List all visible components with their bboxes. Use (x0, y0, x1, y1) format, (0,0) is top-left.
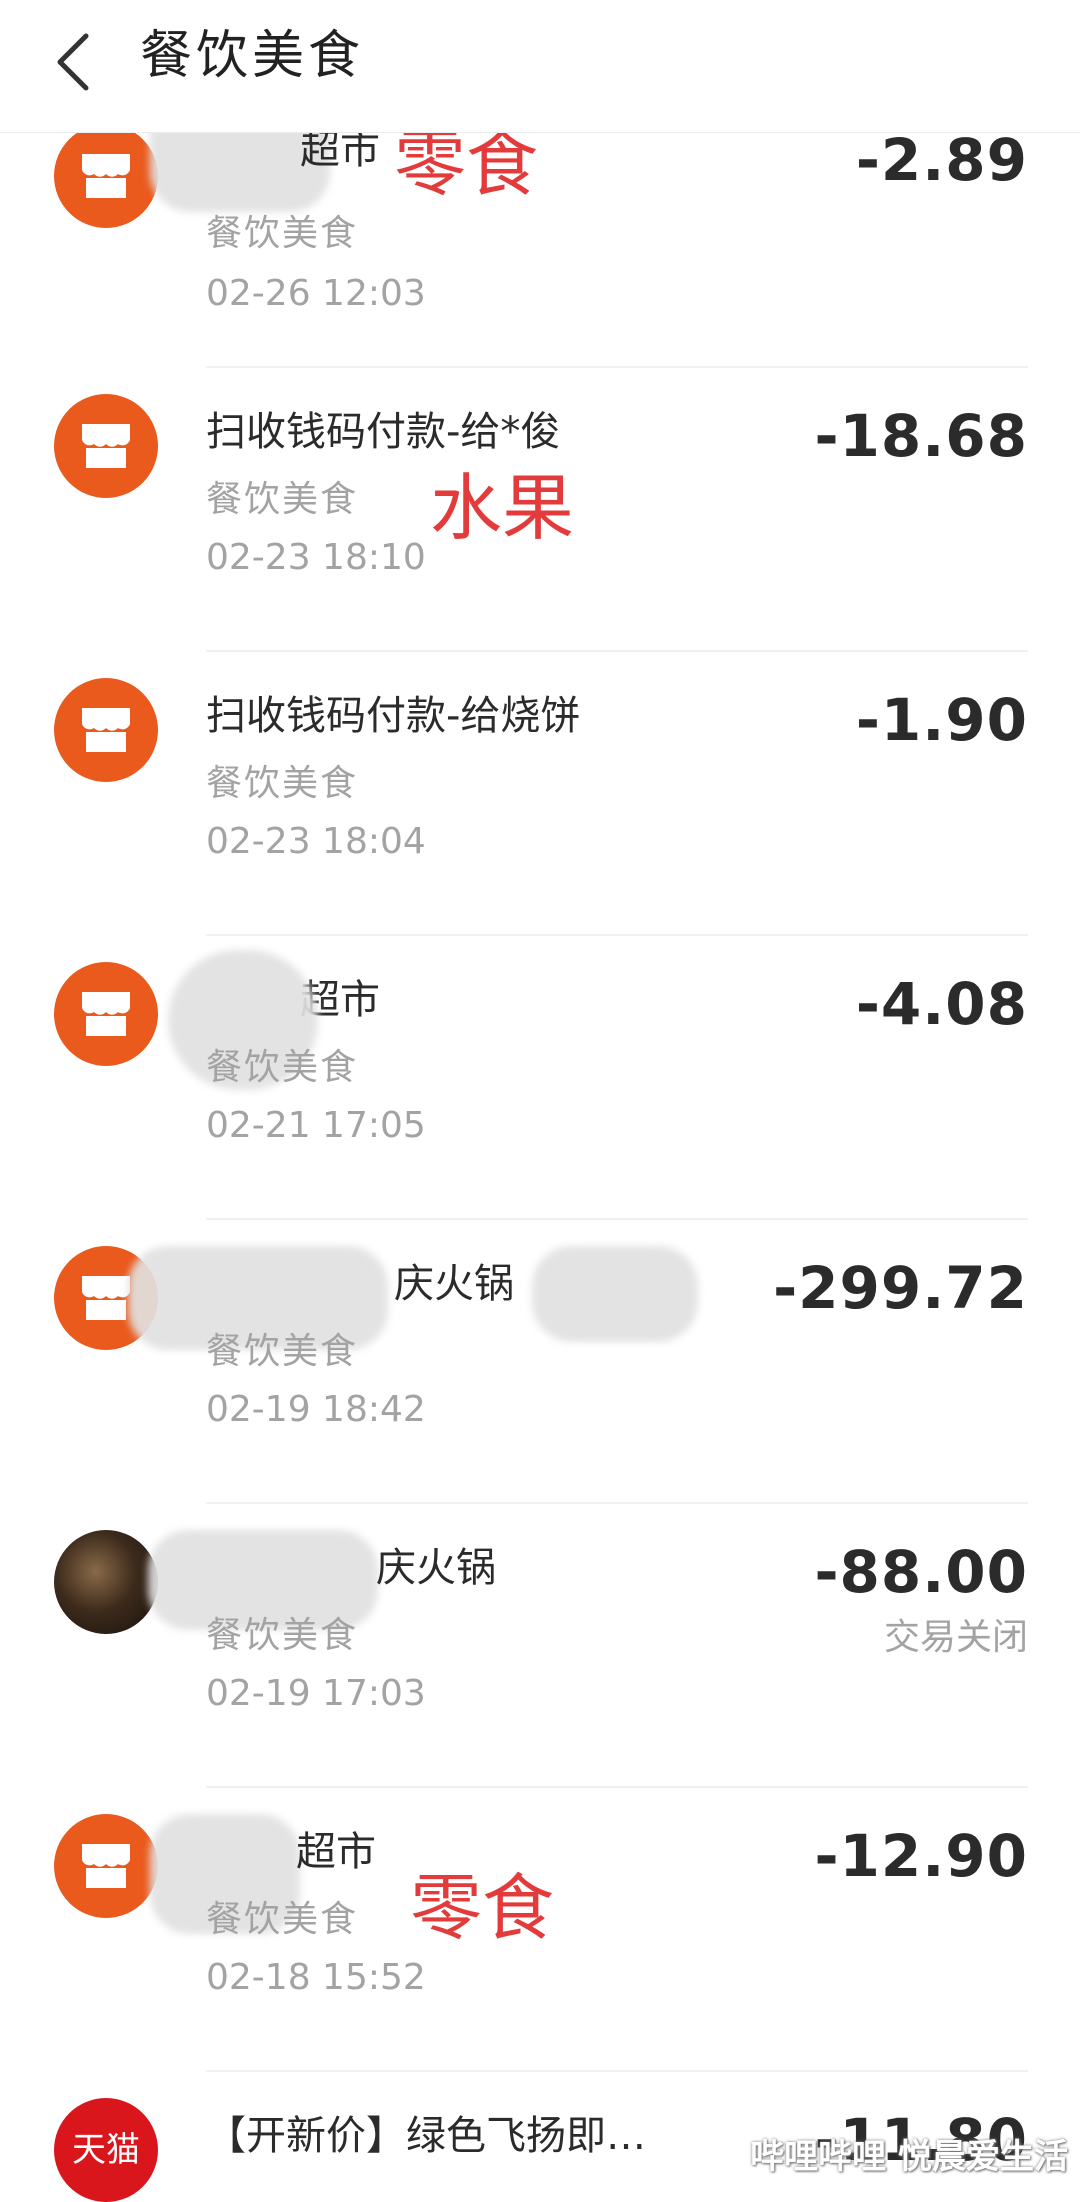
transaction-time: 02-19 18:42 (206, 1389, 426, 1430)
transaction-row[interactable]: 庆火锅 餐饮美食 02-19 18:42 -299.72 (0, 1220, 1080, 1504)
transaction-name: 庆火锅 (394, 1261, 514, 1307)
tmall-icon: 天猫 (54, 2098, 158, 2202)
transaction-row[interactable]: 超市 零食 餐饮美食 02-18 15:52 -12.90 (0, 1788, 1080, 2072)
handwritten-annotation: 零食 (410, 1866, 555, 1950)
transaction-time: 02-18 15:52 (206, 1957, 426, 1998)
watermark: 哔哩哔哩 悦晨爱生活 (750, 2137, 1068, 2177)
transaction-row[interactable]: 超市 餐饮美食 02-21 17:05 -4.08 (0, 936, 1080, 1220)
transaction-time: 02-19 17:03 (206, 1673, 426, 1714)
handwritten-annotation: 零食 (394, 122, 539, 206)
transaction-category: 餐饮美食 (206, 479, 359, 520)
transaction-amount: -1.90 (855, 686, 1028, 754)
transaction-name: 超市 (296, 1829, 376, 1875)
transaction-name: 【开新价】绿色飞扬即… (206, 2113, 646, 2159)
transaction-category: 餐饮美食 (206, 763, 359, 804)
store-icon (54, 962, 158, 1066)
transaction-row[interactable]: 扫收钱码付款-给烧饼 餐饮美食 02-23 18:04 -1.90 (0, 652, 1080, 936)
transaction-category: 餐饮美食 (206, 1615, 359, 1656)
transaction-name: 庆火锅 (376, 1545, 496, 1591)
transaction-amount: -18.68 (814, 402, 1028, 470)
transaction-category: 餐饮美食 (206, 1047, 359, 1088)
transaction-amount: -4.08 (855, 970, 1028, 1038)
transaction-amount: -88.00 (814, 1538, 1028, 1606)
handwritten-annotation: 水果 (430, 466, 575, 550)
transaction-row[interactable]: 扫收钱码付款-给*俊 水果 餐饮美食 02-23 18:10 -18.68 (0, 368, 1080, 652)
transaction-time: 02-23 18:04 (206, 821, 426, 862)
transaction-name: 扫收钱码付款-给*俊 (206, 409, 561, 455)
transaction-row[interactable]: 庆火锅 餐饮美食 02-19 17:03 -88.00 交易关闭 (0, 1504, 1080, 1788)
transaction-amount: -299.72 (773, 1254, 1028, 1322)
page-title: 餐饮美食 (140, 26, 365, 86)
chevron-left-icon (57, 33, 89, 91)
back-button[interactable] (40, 22, 120, 102)
transaction-status: 交易关闭 (883, 1617, 1028, 1658)
transaction-name: 超市 (300, 127, 380, 173)
transaction-time: 02-23 18:10 (206, 537, 426, 578)
transaction-time: 02-26 12:03 (206, 273, 426, 314)
transaction-amount: -2.89 (855, 126, 1028, 194)
transaction-row[interactable]: 超市 零食 餐饮美食 02-26 12:03 -2.89 (0, 82, 1080, 368)
transaction-category: 餐饮美食 (206, 213, 359, 254)
store-icon (54, 678, 158, 782)
store-icon (54, 394, 158, 498)
transaction-category: 餐饮美食 (206, 1899, 359, 1940)
privacy-blur (532, 1246, 698, 1342)
header: 餐饮美食 (0, 0, 1080, 133)
merchant-avatar (54, 1530, 158, 1634)
transaction-name: 扫收钱码付款-给烧饼 (206, 693, 581, 739)
store-icon (54, 1814, 158, 1918)
transaction-time: 02-21 17:05 (206, 1105, 426, 1146)
transaction-category: 餐饮美食 (206, 1331, 359, 1372)
transaction-list: 超市 零食 餐饮美食 02-26 12:03 -2.89 扫收钱码付款-给*俊 … (0, 82, 1080, 2202)
transaction-amount: -12.90 (814, 1822, 1028, 1890)
store-icon (54, 124, 158, 228)
